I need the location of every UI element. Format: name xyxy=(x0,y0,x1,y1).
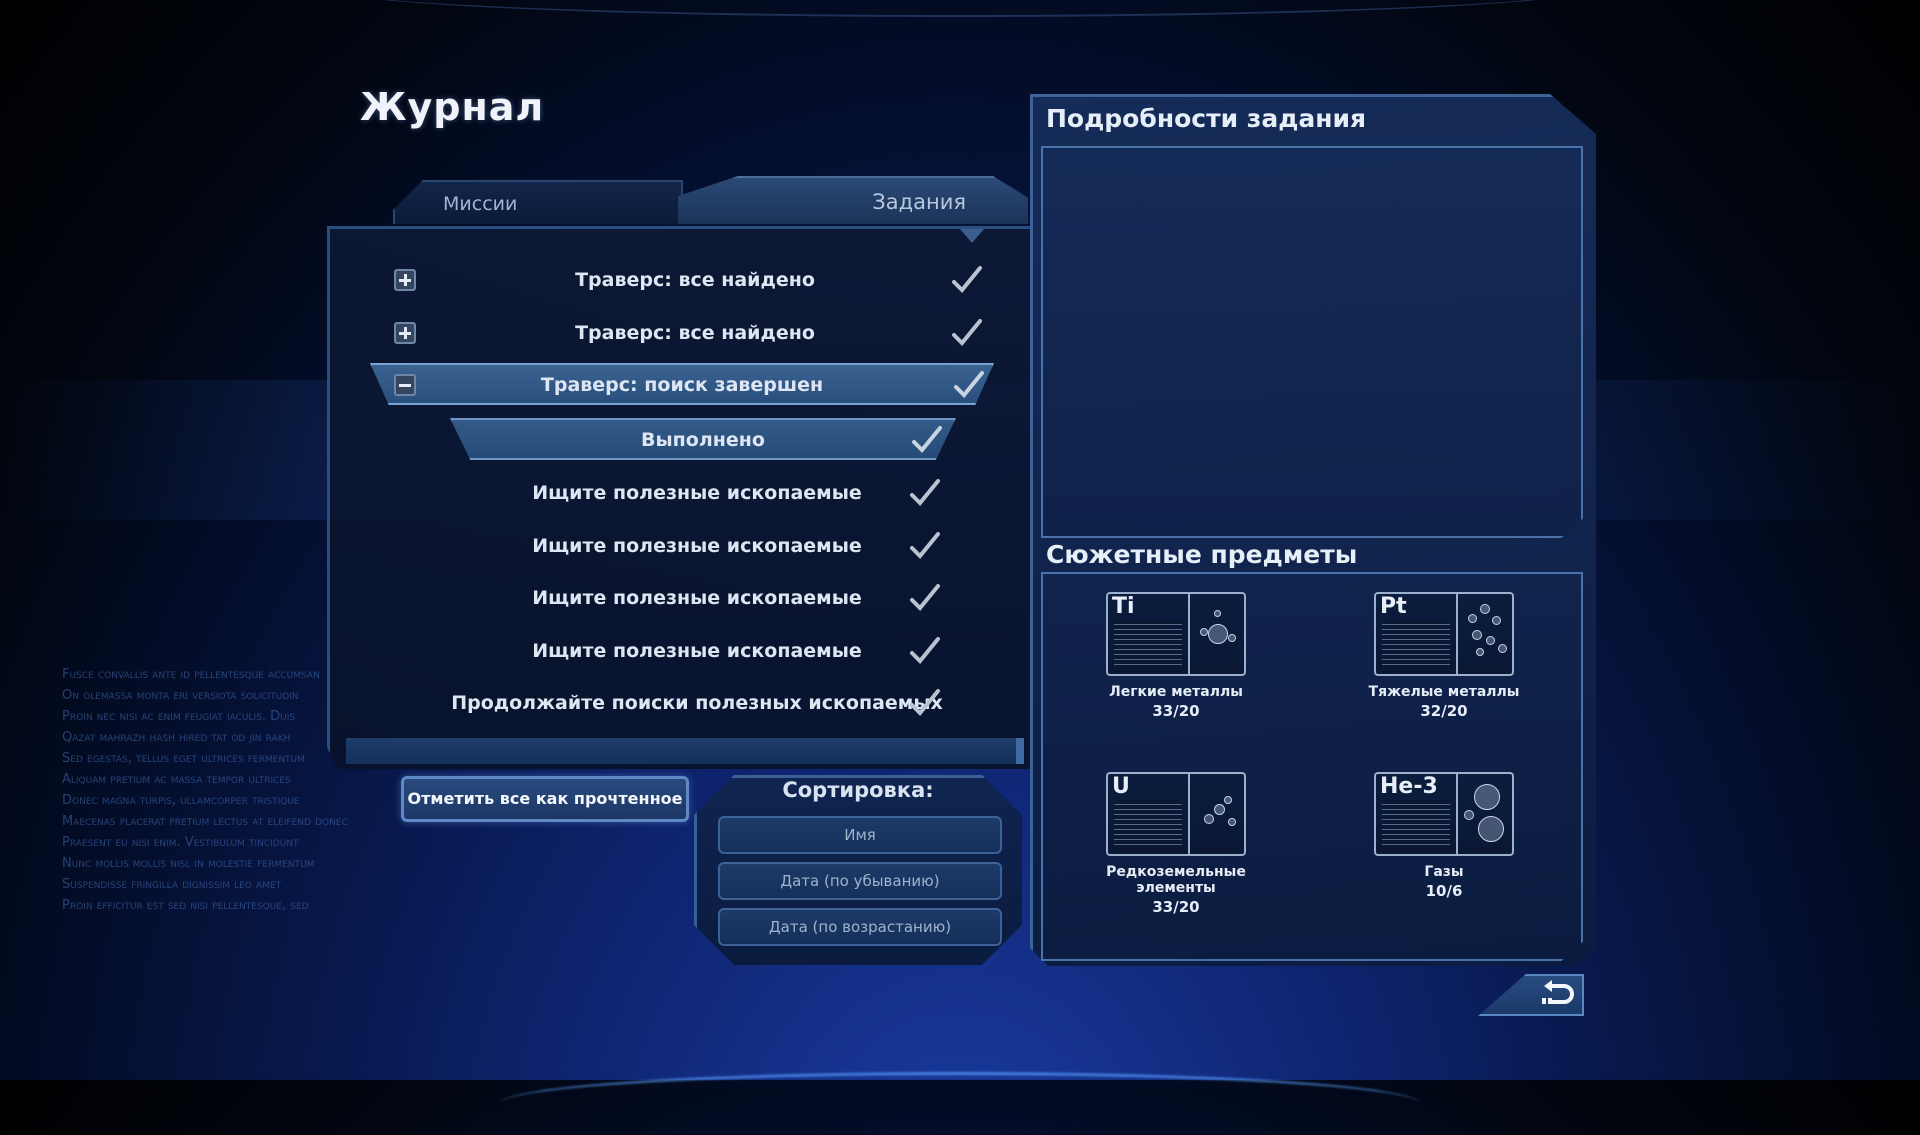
tab-missions[interactable]: Миссии xyxy=(393,180,683,224)
quest-row[interactable]: Траверс: все найдено xyxy=(380,258,1010,302)
quest-label: Траверс: все найдено xyxy=(575,322,815,344)
check-icon xyxy=(948,315,984,351)
minus-icon[interactable] xyxy=(394,374,416,396)
subtask-row[interactable]: Ищите полезные ископаемые xyxy=(450,576,944,620)
check-icon xyxy=(906,528,942,564)
check-icon xyxy=(906,685,942,721)
details-content-box xyxy=(1041,146,1583,538)
story-item-heavy-metals[interactable]: Pt Тяжелые металлы 32/20 xyxy=(1344,592,1544,720)
heavy-metals-icon: Pt xyxy=(1374,592,1514,676)
subtask-row[interactable]: Ищите полезные ископаемые xyxy=(450,524,944,568)
subtask-label: Ищите полезные ископаемые xyxy=(532,640,862,662)
tab-tasks[interactable]: Задания xyxy=(678,176,1028,224)
story-item-gases[interactable]: He-3 Газы 10/6 xyxy=(1344,772,1544,900)
background-text-line: Qazat mahrazh hash hired tat od jin rakh xyxy=(62,730,291,745)
background-text-line: Praesent eu nisi enim. Vestibulum tincid… xyxy=(62,835,299,850)
story-items-title: Сюжетные предметы xyxy=(1046,540,1358,569)
item-name: Редкоземельные элементы xyxy=(1106,864,1246,896)
item-name: Тяжелые металлы xyxy=(1368,684,1520,700)
background-text-line: Fusce convallis ante id pellentesque acc… xyxy=(62,667,320,682)
subtask-row[interactable]: Ищите полезные ископаемые xyxy=(450,471,944,515)
check-icon xyxy=(906,475,942,511)
rare-earth-icon: U xyxy=(1106,772,1246,856)
sort-by-date-asc-button[interactable]: Дата (по возрастанию) xyxy=(718,908,1002,946)
plus-icon[interactable] xyxy=(394,322,416,344)
quest-label: Траверс: поиск завершен xyxy=(540,374,824,396)
sort-by-date-desc-button[interactable]: Дата (по убыванию) xyxy=(718,862,1002,900)
item-symbol: Pt xyxy=(1380,594,1407,619)
background-text-line: Aliquam pretium ac massa tempor ultrices xyxy=(62,772,291,787)
background-text-line: Proin nec nisi ac enim feugiat iaculis. … xyxy=(62,709,296,724)
item-symbol: Ti xyxy=(1112,594,1135,619)
background-text-line: Nunc mollis mollis nisl in molestie ferm… xyxy=(62,856,315,871)
item-count: 33/20 xyxy=(1152,898,1200,916)
check-icon xyxy=(906,633,942,669)
item-symbol: U xyxy=(1112,774,1130,799)
check-icon xyxy=(906,580,942,616)
item-count: 33/20 xyxy=(1152,702,1200,720)
list-scrollbar[interactable] xyxy=(346,738,1024,764)
item-count: 10/6 xyxy=(1425,882,1463,900)
background-text-line: Donec magna turpis, ullamcorper tristiqu… xyxy=(62,793,300,808)
item-count: 32/20 xyxy=(1420,702,1468,720)
light-metals-icon: Ti xyxy=(1106,592,1246,676)
mark-all-read-button[interactable]: Отметить все как прочтенное xyxy=(401,776,689,822)
background-text-line: Sed egestas, tellus eget ultrices fermen… xyxy=(62,751,305,766)
page-title: Журнал xyxy=(360,85,545,129)
check-icon xyxy=(948,262,984,298)
bottom-decor-arc xyxy=(500,1072,1420,1135)
subtask-row[interactable]: Ищите полезные ископаемые xyxy=(450,629,944,673)
subtask-row-selected[interactable]: Выполнено xyxy=(450,418,956,460)
background-text-block: Fusce convallis ante id pellentesque acc… xyxy=(62,664,348,916)
item-name: Газы xyxy=(1424,864,1464,880)
sort-title: Сортировка: xyxy=(782,778,934,802)
background-text-line: Proin efficitur est sed nisi pellentesqu… xyxy=(62,898,309,913)
quest-row-selected[interactable]: Траверс: поиск завершен xyxy=(370,363,994,405)
check-icon xyxy=(908,422,944,458)
item-symbol: He-3 xyxy=(1380,774,1438,799)
sort-by-name-button[interactable]: Имя xyxy=(718,816,1002,854)
top-decor-arc xyxy=(330,0,1590,17)
subtask-label: Ищите полезные ископаемые xyxy=(532,535,862,557)
subtask-label: Выполнено xyxy=(641,429,765,451)
subtask-label: Продолжайте поиски полезных ископаемых xyxy=(451,692,943,714)
plus-icon[interactable] xyxy=(394,269,416,291)
story-item-rare-earth[interactable]: U Редкоземельные элементы 33/20 xyxy=(1076,772,1276,916)
background-text-line: On olemassa monta eri versiota solicitud… xyxy=(62,688,299,703)
back-arrow-icon[interactable] xyxy=(1540,980,1576,1008)
item-name: Легкие металлы xyxy=(1109,684,1243,700)
subtask-row[interactable]: Продолжайте поиски полезных ископаемых xyxy=(450,681,944,725)
background-text-line: Suspendisse fringilla dignissim leo amet xyxy=(62,877,282,892)
quest-row[interactable]: Траверс: все найдено xyxy=(380,311,1010,355)
subtask-label: Ищите полезные ископаемые xyxy=(532,482,862,504)
subtask-label: Ищите полезные ископаемые xyxy=(532,587,862,609)
details-title: Подробности задания xyxy=(1046,104,1367,133)
story-item-light-metals[interactable]: Ti Легкие металлы 33/20 xyxy=(1076,592,1276,720)
quest-label: Траверс: все найдено xyxy=(575,269,815,291)
background-text-line: Maecenas placerat pretium lectus at elei… xyxy=(62,814,348,829)
gases-icon: He-3 xyxy=(1374,772,1514,856)
